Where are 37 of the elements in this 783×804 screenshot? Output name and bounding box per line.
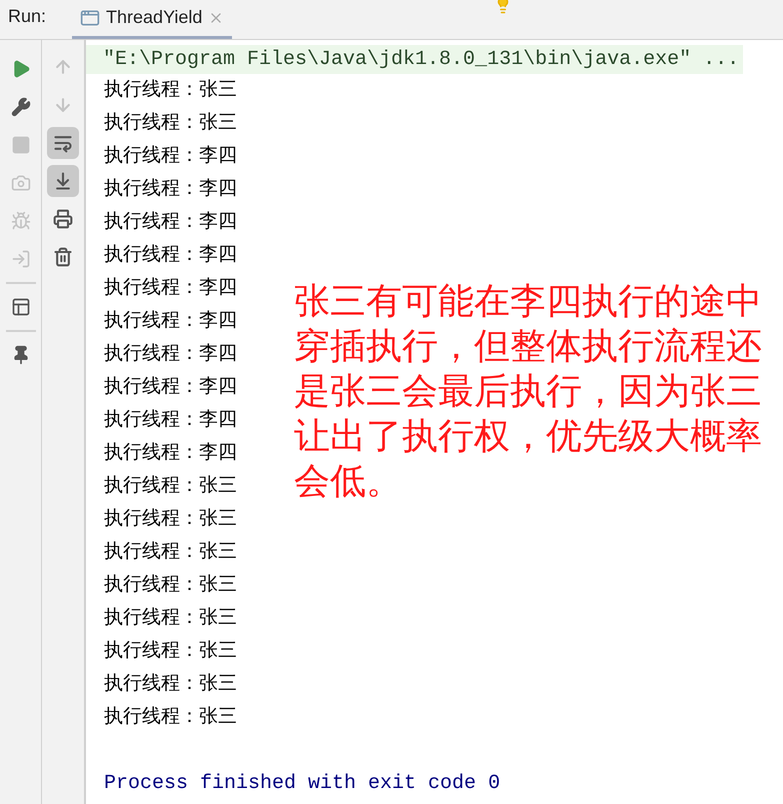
output-line: 执行线程：张三 (103, 474, 238, 499)
output-line: 执行线程：李四 (103, 375, 238, 400)
output-line: 执行线程：李四 (103, 144, 238, 169)
layout-icon (10, 297, 30, 317)
output-line: 执行线程：李四 (103, 243, 238, 268)
stop-icon (10, 135, 30, 155)
output-line: 执行线程：李四 (103, 309, 238, 334)
output-line: 执行线程：李四 (103, 210, 238, 235)
run-label: Run: (8, 5, 46, 28)
annotation-text: 张三有可能在李四执行的途中穿插执行，但整体执行流程还是张三会最后执行，因为张三让出了执行权，优先级大概率会低。 (294, 279, 763, 503)
output-line: 执行线程：李四 (103, 342, 238, 367)
print-icon (53, 209, 73, 229)
bug-icon (10, 211, 30, 231)
camera-icon (10, 173, 30, 193)
output-line: 执行线程：张三 (103, 573, 238, 598)
soft-wrap-icon (53, 133, 73, 153)
scroll-to-end-icon (53, 171, 73, 191)
run-tab[interactable]: ThreadYield (72, 0, 232, 39)
output-line: 执行线程：张三 (103, 540, 238, 565)
output-line: 执行线程：李四 (103, 177, 238, 202)
output-line: 执行线程：李四 (103, 408, 238, 433)
output-line: 执行线程：张三 (103, 111, 238, 136)
output-line: 执行线程：张三 (103, 507, 238, 532)
exit-message: Process finished with exit code 0 (103, 771, 500, 797)
output-line: 执行线程：张三 (103, 606, 238, 631)
soft-wrap-button[interactable] (47, 127, 79, 159)
wrench-icon (10, 97, 30, 117)
output-line: 执行线程：李四 (103, 276, 238, 301)
scroll-to-end-button[interactable] (47, 165, 79, 197)
output-line: 执行线程：张三 (103, 78, 238, 103)
output-line: 执行线程：张三 (103, 639, 238, 664)
window-icon (80, 8, 100, 28)
output-line: 执行线程：张三 (103, 705, 238, 730)
login-icon (10, 249, 30, 269)
output-line: 执行线程：李四 (103, 441, 238, 466)
trash-icon (53, 247, 73, 267)
output-line: 执行线程：张三 (103, 672, 238, 697)
